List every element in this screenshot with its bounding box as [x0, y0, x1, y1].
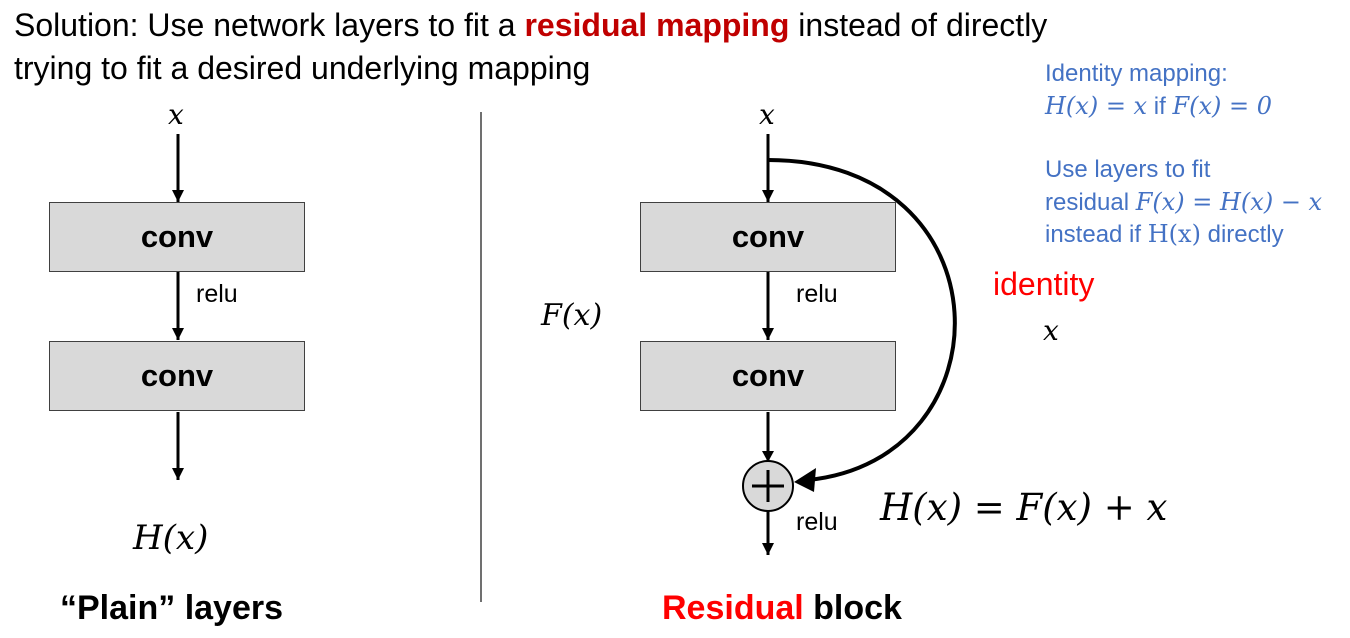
res-fx-label: F(x): [541, 298, 603, 333]
res-conv-1: conv: [640, 202, 896, 272]
residual-caption-rest: block: [803, 589, 902, 627]
identity-label: identity: [993, 266, 1095, 302]
res-input-x: x: [759, 98, 775, 131]
plain-arrow-mid-head: [172, 328, 184, 340]
plain-arrow-in-head: [172, 190, 184, 202]
res-arrow-mid-head: [762, 328, 774, 340]
residual-caption: Residual block: [662, 589, 902, 628]
plain-caption: “Plain” layers: [60, 589, 284, 627]
plain-arrow-out-head: [172, 468, 184, 480]
residual-formula: H(x) = F(x) + x: [880, 486, 1168, 529]
res-conv-2: conv: [640, 341, 896, 411]
identity-skip-head: [794, 468, 816, 492]
res-arrow-out-head: [762, 543, 774, 555]
plain-output-hx: H(x): [133, 518, 209, 558]
res-arrow-in-head: [762, 190, 774, 202]
residual-caption-highlight: Residual: [662, 589, 804, 627]
plain-conv-1: conv: [49, 202, 305, 272]
plain-conv-2: conv: [49, 341, 305, 411]
plain-relu: relu: [196, 280, 238, 308]
res-relu-1: relu: [796, 280, 838, 308]
identity-x: x: [1043, 314, 1059, 347]
plain-input-x: x: [168, 98, 184, 131]
res-relu-2: relu: [796, 508, 838, 536]
